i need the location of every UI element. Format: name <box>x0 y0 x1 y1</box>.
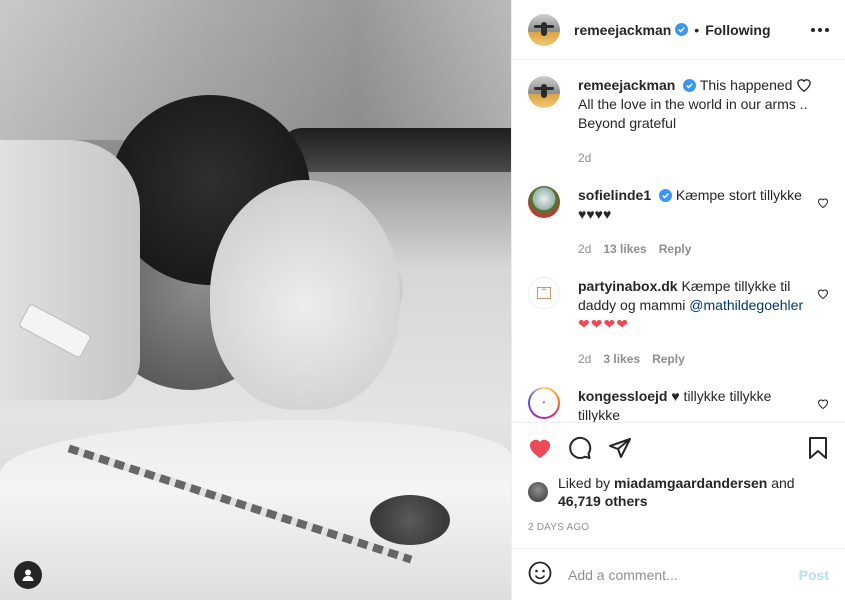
comment-input[interactable] <box>568 566 783 583</box>
liked-by-others[interactable]: 46,719 others <box>558 493 648 509</box>
photo-woman-face <box>210 180 400 410</box>
comments-list[interactable]: remeejackman This happened All the love … <box>512 60 845 422</box>
post-side-panel: remeejackman • Following remeejackman Th… <box>511 0 845 600</box>
party-box-logo-icon: ▪▪ <box>537 287 551 299</box>
photo-arm <box>0 140 140 400</box>
heart-filled-icon[interactable] <box>528 437 552 462</box>
post-caption: remeejackman This happened All the love … <box>528 76 829 168</box>
comment-meta: 2d 3 likes Reply <box>578 350 813 369</box>
post-comment-button[interactable]: Post <box>799 567 829 583</box>
caption-username[interactable]: remeejackman <box>578 77 675 93</box>
post-header: remeejackman • Following <box>512 0 845 60</box>
liker-avatar[interactable] <box>528 482 548 502</box>
commenter-avatar[interactable]: ♥ <box>528 387 560 419</box>
photo-bed-rail <box>280 128 511 172</box>
header-separator: • <box>694 21 700 38</box>
comment-like-icon[interactable] <box>817 396 829 410</box>
smiley-icon[interactable] <box>528 561 552 588</box>
comment-username[interactable]: sofielinde1 <box>578 187 651 203</box>
liked-by-prefix: Liked by <box>558 475 611 491</box>
comment-item: ♥ kongessloejd ♥ tillykke tillykke tilly… <box>528 387 829 422</box>
photo-baby <box>370 495 450 545</box>
commenter-avatar[interactable] <box>528 186 560 218</box>
caption-age[interactable]: 2d <box>578 149 591 168</box>
caption-text-end: All the love in the world in our arms ..… <box>578 96 808 131</box>
comment-age[interactable]: 2d <box>578 240 591 259</box>
liked-by-username[interactable]: miadamgaardandersen <box>614 475 767 491</box>
add-comment-bar: Post <box>512 548 845 600</box>
bookmark-icon[interactable] <box>807 436 829 463</box>
user-tag-icon[interactable] <box>14 561 42 589</box>
likes-summary: Liked by miadamgaardandersen and 46,719 … <box>512 475 845 509</box>
author-avatar[interactable] <box>528 13 560 46</box>
comment-item: ▪▪ partyinabox.dk Kæmpe tillykke til dad… <box>528 277 829 369</box>
comment-bubble-icon[interactable] <box>568 436 592 463</box>
reply-button[interactable]: Reply <box>652 350 685 369</box>
post-time-ago[interactable]: 2 DAYS AGO <box>512 508 845 548</box>
comment-like-icon[interactable] <box>817 286 829 300</box>
caption-text-start: This happened <box>699 77 793 93</box>
paper-plane-icon[interactable] <box>608 436 632 463</box>
caption-meta: 2d <box>578 149 813 168</box>
post-photo[interactable] <box>0 0 511 600</box>
comment-like-icon[interactable] <box>817 195 829 209</box>
instagram-post: remeejackman • Following remeejackman Th… <box>0 0 845 600</box>
red-hearts-emoji: ❤❤❤❤ <box>578 316 629 332</box>
comment-likes[interactable]: 13 likes <box>603 240 646 259</box>
commenter-avatar[interactable]: ▪▪ <box>528 277 560 309</box>
heart-outline-icon <box>796 77 812 93</box>
verified-badge-icon <box>659 189 673 202</box>
verified-badge-icon <box>683 79 697 92</box>
comment-meta: 2d 13 likes Reply <box>578 240 813 259</box>
comment-item: sofielinde1 Kæmpe stort tillykke ♥♥♥♥ 2d… <box>528 186 829 259</box>
comment-mention-link[interactable]: @mathildegoehler <box>689 297 803 313</box>
comment-username[interactable]: kongessloejd <box>578 388 667 404</box>
verified-badge-icon <box>675 23 689 36</box>
following-button[interactable]: Following <box>705 22 770 38</box>
reply-button[interactable]: Reply <box>659 240 692 259</box>
caption-author-avatar[interactable] <box>528 76 560 108</box>
comment-username[interactable]: partyinabox.dk <box>578 278 678 294</box>
more-options-icon[interactable] <box>811 27 829 32</box>
liked-by-and: and <box>771 475 795 491</box>
author-username[interactable]: remeejackman <box>574 22 671 38</box>
post-actions-bar <box>512 422 845 476</box>
comment-age[interactable]: 2d <box>578 350 591 369</box>
comment-likes[interactable]: 3 likes <box>603 350 640 369</box>
